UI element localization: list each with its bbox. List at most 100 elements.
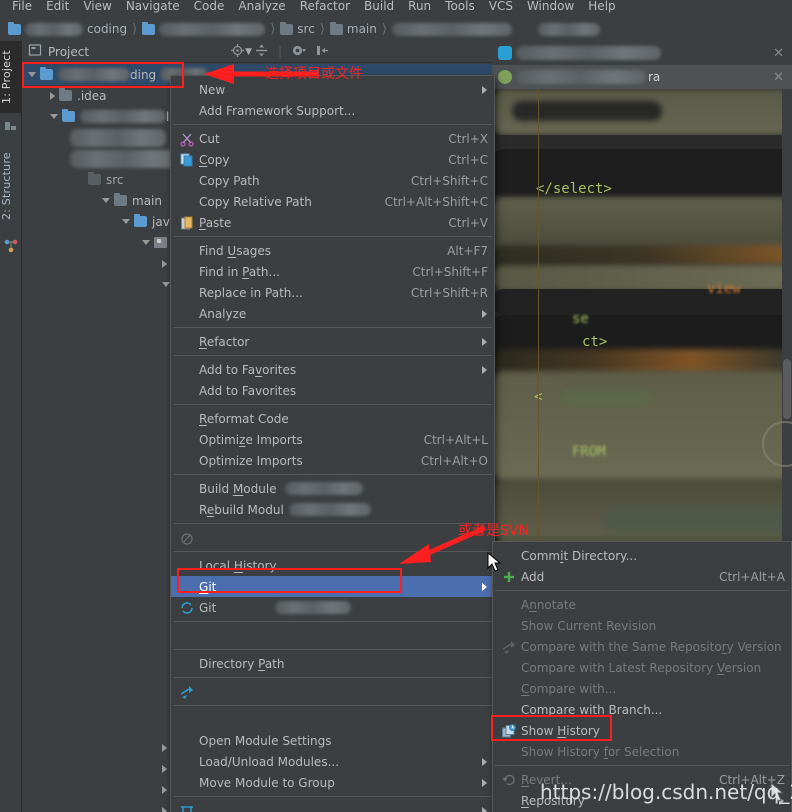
menu-item-mark-directory-as[interactable]: Move Module to Group bbox=[171, 772, 494, 793]
blank-icon bbox=[179, 173, 195, 189]
blank-icon bbox=[179, 82, 195, 98]
menu-item-copy[interactable]: Copy Ctrl+C bbox=[171, 149, 494, 170]
collapse-all-icon[interactable] bbox=[254, 43, 269, 58]
menu-item-window[interactable]: Window bbox=[520, 0, 581, 15]
menu-item-find-usages[interactable]: Find Usages Alt+F7 bbox=[171, 240, 494, 261]
menu-item-rebuild-module[interactable]: Rebuild Modul bbox=[171, 499, 494, 520]
sidebar-tab-structure[interactable]: 2: Structure bbox=[0, 141, 22, 231]
breadcrumb-separator: ⟩ bbox=[319, 21, 325, 37]
scrollbar-thumb[interactable] bbox=[783, 359, 791, 419]
blank-icon bbox=[179, 103, 195, 119]
git-menu-item-add[interactable]: Add Ctrl+Alt+A bbox=[493, 566, 791, 587]
menu-item-replace-in-path[interactable]: Replace in Path... Ctrl+Shift+R bbox=[171, 282, 494, 303]
chevron-down-icon[interactable] bbox=[102, 198, 110, 203]
close-icon[interactable]: ✕ bbox=[773, 46, 784, 61]
settings-gear-icon[interactable] bbox=[291, 43, 306, 58]
menu-item-label: Optimize Imports bbox=[199, 453, 303, 468]
menu-item-label: Compare with the Same Repository Version bbox=[521, 639, 782, 654]
menu-item-open-module-settings[interactable] bbox=[171, 709, 494, 730]
breadcrumb-item-1[interactable] bbox=[140, 21, 267, 36]
menu-item-compare-with[interactable] bbox=[171, 681, 494, 702]
menu-item-optimize-imports[interactable]: Optimize Imports Ctrl+Alt+L bbox=[171, 429, 494, 450]
breadcrumb-item-0[interactable]: coding bbox=[6, 21, 129, 36]
menu-item-show-in-explorer[interactable] bbox=[171, 625, 494, 646]
menu-item-label: Show History for Selection bbox=[521, 744, 680, 759]
chevron-right-icon[interactable] bbox=[162, 259, 167, 268]
menu-item-build-module[interactable]: Build Module bbox=[171, 478, 494, 499]
menu-item-show-image-thumbnails[interactable]: Add to Favorites bbox=[171, 380, 494, 401]
chevron-right-icon[interactable] bbox=[162, 807, 167, 812]
menu-item-label: Replace in Path... bbox=[199, 285, 303, 300]
editor-tab-0[interactable]: ✕ bbox=[492, 41, 792, 65]
menu-item-shortcut: Ctrl+X bbox=[448, 131, 488, 146]
chevron-down-icon[interactable] bbox=[142, 240, 150, 245]
menu-item-navigate[interactable]: Navigate bbox=[119, 0, 187, 15]
menu-item-move-module-to-group[interactable]: Load/Unload Modules... bbox=[171, 751, 494, 772]
editor-tab-1[interactable]: ra ✕ bbox=[492, 65, 792, 89]
git-menu-item-commit-directory[interactable]: Commit Directory... bbox=[493, 545, 791, 566]
menu-item-diagrams[interactable] bbox=[171, 800, 494, 812]
chevron-down-icon[interactable] bbox=[122, 219, 130, 224]
menu-item-run-as-mybatis-generator bbox=[171, 527, 494, 548]
redacted-text bbox=[275, 601, 351, 614]
sidebar-tab-project[interactable]: 1: Project bbox=[0, 41, 22, 113]
menu-item-vcs[interactable]: VCS bbox=[482, 0, 520, 15]
breadcrumb-item-5[interactable] bbox=[514, 22, 602, 36]
menu-item-refactor[interactable]: Refactor bbox=[293, 0, 357, 15]
submenu-arrow-icon bbox=[482, 86, 487, 94]
menu-item-find-in-path[interactable]: Find in Path... Ctrl+Shift+F bbox=[171, 261, 494, 282]
breadcrumb-item-3[interactable]: main bbox=[328, 21, 379, 36]
menu-item-help[interactable]: Help bbox=[581, 0, 622, 15]
menu-item-view[interactable]: View bbox=[76, 0, 118, 15]
menu-item-paste[interactable]: Paste Ctrl+V bbox=[171, 212, 494, 233]
chevron-right-icon[interactable] bbox=[162, 786, 167, 794]
menu-item-analyze[interactable]: Analyze bbox=[171, 303, 494, 324]
chevron-right-icon[interactable] bbox=[162, 744, 167, 752]
menu-item-git[interactable]: Git bbox=[171, 576, 494, 597]
hide-panel-icon[interactable] bbox=[315, 43, 330, 58]
menu-item-label: Move Module to Group bbox=[199, 775, 335, 790]
menu-separator bbox=[495, 765, 789, 766]
menu-item-edit[interactable]: Edit bbox=[39, 0, 76, 15]
menu-item-directory-path[interactable]: Directory Path bbox=[171, 653, 494, 674]
menu-item-code[interactable]: Code bbox=[187, 0, 232, 15]
menu-item-load-unload-modules[interactable]: Open Module Settings bbox=[171, 730, 494, 751]
menu-item-label: Git bbox=[199, 579, 217, 594]
menu-item-analyze[interactable]: Analyze bbox=[231, 0, 292, 15]
menu-item-refactor[interactable]: Refactor bbox=[171, 331, 494, 352]
module-icon bbox=[62, 109, 75, 122]
git-menu-item-show-history[interactable]: Show History bbox=[493, 720, 791, 741]
menu-item-local-history[interactable]: Local History bbox=[171, 555, 494, 576]
menu-item-tools[interactable]: Tools bbox=[438, 0, 482, 15]
chevron-down-icon[interactable] bbox=[28, 72, 36, 77]
menu-item-add-to-favorites[interactable]: Add to Favorites bbox=[171, 359, 494, 380]
locate-icon[interactable] bbox=[230, 43, 245, 58]
menu-item-run[interactable]: Run bbox=[401, 0, 438, 15]
menu-item-synchronize[interactable]: Git bbox=[171, 597, 494, 618]
redacted-text bbox=[70, 128, 166, 147]
folder-icon bbox=[280, 21, 294, 35]
menu-item-remove-module[interactable]: Optimize Imports Ctrl+Alt+O bbox=[171, 450, 494, 471]
breadcrumb-item-4[interactable] bbox=[390, 22, 514, 36]
plus-icon bbox=[501, 569, 517, 585]
menu-item-add-framework-support[interactable]: Add Framework Support... bbox=[171, 100, 494, 121]
menu-item-file[interactable]: File bbox=[5, 0, 39, 15]
menu-item-copy-path[interactable]: Copy Path Ctrl+Shift+C bbox=[171, 170, 494, 191]
menu-item-build[interactable]: Build bbox=[357, 0, 401, 15]
menu-item-label: Reformat Code bbox=[199, 411, 289, 426]
menu-item-cut[interactable]: Cut Ctrl+X bbox=[171, 128, 494, 149]
structure-icon bbox=[4, 239, 18, 253]
chevron-down-icon[interactable] bbox=[162, 282, 170, 287]
scissors-icon bbox=[179, 131, 195, 147]
menu-item-copy-relative-path[interactable]: Copy Relative Path Ctrl+Alt+Shift+C bbox=[171, 191, 494, 212]
sync-icon bbox=[179, 600, 195, 616]
project-icon bbox=[4, 119, 18, 133]
menu-item-reformat-code[interactable]: Reformat Code bbox=[171, 408, 494, 429]
chevron-right-icon[interactable] bbox=[162, 765, 167, 773]
chevron-down-icon[interactable] bbox=[50, 114, 58, 119]
close-icon[interactable]: ✕ bbox=[773, 70, 784, 85]
breadcrumb-label: coding bbox=[87, 22, 128, 36]
breadcrumb-item-2[interactable]: src bbox=[278, 21, 317, 36]
git-menu-item-compare-with-branch[interactable]: Compare with Branch... bbox=[493, 699, 791, 720]
chevron-right-icon[interactable] bbox=[50, 91, 55, 100]
